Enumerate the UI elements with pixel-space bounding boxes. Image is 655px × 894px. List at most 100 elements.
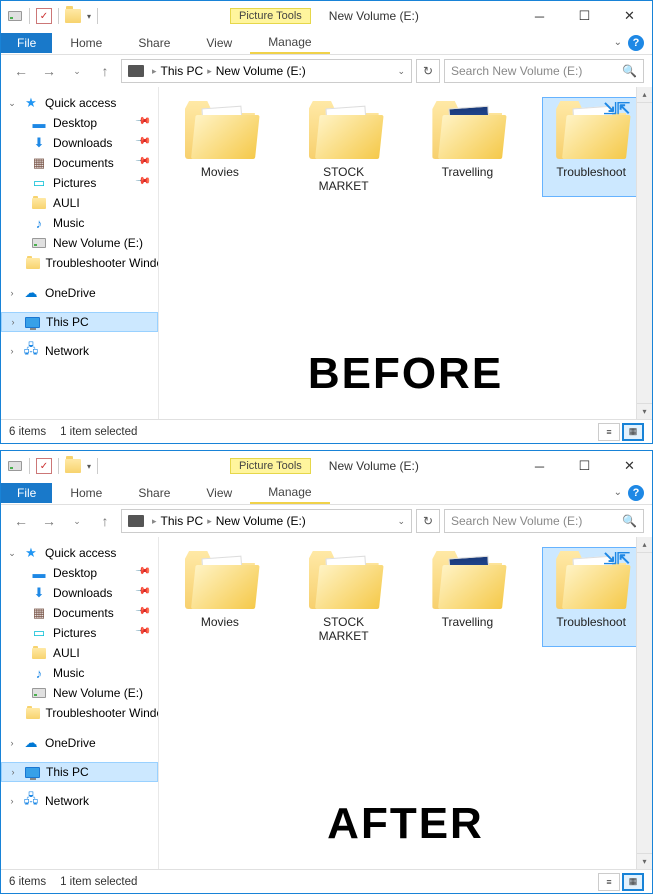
breadcrumb-root[interactable]: This PC <box>161 64 204 78</box>
folder-troubleshoot[interactable]: ⇲⇱ Troubleshoot <box>542 547 640 647</box>
scrollbar[interactable]: ▴ ▾ <box>636 537 652 869</box>
close-button[interactable]: ✕ <box>607 452 652 480</box>
sidebar-onedrive[interactable]: ›☁OneDrive <box>1 733 158 753</box>
sidebar-this-pc[interactable]: ›This PC <box>1 312 158 332</box>
sidebar-item-documents[interactable]: ▸▦Documents📌 <box>1 153 158 173</box>
sidebar-item-desktop[interactable]: ▸▬Desktop📌 <box>1 113 158 133</box>
view-icons-button[interactable]: ▦ <box>622 873 644 891</box>
sidebar-item-pictures[interactable]: ▸▭Pictures📌 <box>1 173 158 193</box>
up-button[interactable]: ↑ <box>93 509 117 533</box>
view-tab[interactable]: View <box>188 33 250 53</box>
view-tab[interactable]: View <box>188 483 250 503</box>
file-tab[interactable]: File <box>1 483 52 503</box>
address-dropdown-icon[interactable]: ⌄ <box>393 516 409 527</box>
forward-button[interactable]: → <box>37 509 61 533</box>
close-button[interactable]: ✕ <box>607 2 652 30</box>
search-input[interactable] <box>451 64 622 78</box>
minimize-button[interactable]: ─ <box>517 2 562 30</box>
sidebar-network[interactable]: ›🖧Network <box>1 341 158 361</box>
sidebar-item-music[interactable]: ▸♪Music <box>1 663 158 683</box>
checkbox-icon[interactable]: ✓ <box>36 458 52 474</box>
sidebar-item-troubleshooter[interactable]: ▸Troubleshooter Windows <box>1 253 158 273</box>
search-input[interactable] <box>451 514 622 528</box>
help-icon[interactable]: ? <box>628 485 644 501</box>
folder-icon[interactable] <box>65 8 81 24</box>
search-box[interactable]: 🔍 <box>444 59 644 83</box>
expand-icon[interactable]: › <box>7 288 17 298</box>
sidebar-item-music[interactable]: ▸♪Music <box>1 213 158 233</box>
scrollbar[interactable]: ▴ ▾ <box>636 87 652 419</box>
help-icon[interactable]: ? <box>628 35 644 51</box>
scroll-down-icon[interactable]: ▾ <box>637 853 652 869</box>
recent-dropdown-icon[interactable]: ⌄ <box>65 59 89 83</box>
qat-dropdown-icon[interactable]: ▾ <box>87 12 91 21</box>
sidebar-this-pc[interactable]: ›This PC <box>1 762 158 782</box>
sidebar-quick-access[interactable]: ⌄ ★ Quick access <box>1 93 158 113</box>
folder-icon[interactable] <box>65 458 81 474</box>
sidebar-item-pictures[interactable]: ▸▭Pictures📌 <box>1 623 158 643</box>
breadcrumb-current[interactable]: New Volume (E:) <box>216 64 306 78</box>
folder-stock-market[interactable]: STOCK MARKET <box>295 547 393 647</box>
breadcrumb-current[interactable]: New Volume (E:) <box>216 514 306 528</box>
sidebar-item-documents[interactable]: ▸▦Documents📌 <box>1 603 158 623</box>
sidebar-item-new-volume[interactable]: ▸New Volume (E:) <box>1 233 158 253</box>
manage-tab[interactable]: Manage <box>250 32 329 54</box>
view-details-button[interactable]: ≡ <box>598 873 620 891</box>
expand-icon[interactable]: › <box>7 346 17 356</box>
scroll-up-icon[interactable]: ▴ <box>637 537 652 553</box>
back-button[interactable]: ← <box>9 59 33 83</box>
ribbon-expand-icon[interactable]: ⌄ <box>614 487 622 498</box>
address-bar[interactable]: ▸ This PC ▸ New Volume (E:) ⌄ <box>121 509 412 533</box>
sidebar-onedrive[interactable]: ›☁OneDrive <box>1 283 158 303</box>
content-pane[interactable]: Movies STOCK MARKET Travelling ⇲⇱ Troubl… <box>159 537 652 869</box>
recent-dropdown-icon[interactable]: ⌄ <box>65 509 89 533</box>
share-tab[interactable]: Share <box>120 33 188 53</box>
checkbox-icon[interactable]: ✓ <box>36 8 52 24</box>
sidebar-item-troubleshooter[interactable]: ▸Troubleshooter Windows <box>1 703 158 723</box>
folder-troubleshoot[interactable]: ⇲⇱ Troubleshoot <box>542 97 640 197</box>
forward-button[interactable]: → <box>37 59 61 83</box>
refresh-button[interactable]: ↻ <box>416 59 440 83</box>
address-bar[interactable]: ▸ This PC ▸ New Volume (E:) ⌄ <box>121 59 412 83</box>
qat-dropdown-icon[interactable]: ▾ <box>87 462 91 471</box>
ribbon-expand-icon[interactable]: ⌄ <box>614 37 622 48</box>
manage-tab[interactable]: Manage <box>250 482 329 504</box>
expand-icon[interactable]: › <box>7 738 17 748</box>
sidebar-item-new-volume[interactable]: ▸New Volume (E:) <box>1 683 158 703</box>
search-box[interactable]: 🔍 <box>444 509 644 533</box>
sidebar-quick-access[interactable]: ⌄ ★ Quick access <box>1 543 158 563</box>
expand-icon[interactable]: › <box>8 317 18 327</box>
share-tab[interactable]: Share <box>120 483 188 503</box>
sidebar-item-downloads[interactable]: ▸⬇Downloads📌 <box>1 133 158 153</box>
folder-movies[interactable]: Movies <box>171 97 269 197</box>
expand-icon[interactable]: ⌄ <box>7 98 17 109</box>
breadcrumb-root[interactable]: This PC <box>161 514 204 528</box>
sidebar-item-auli[interactable]: ▸AULI <box>1 643 158 663</box>
home-tab[interactable]: Home <box>52 483 120 503</box>
folder-travelling[interactable]: Travelling <box>419 547 517 647</box>
content-pane[interactable]: Movies STOCK MARKET Travelling ⇲⇱ Troubl… <box>159 87 652 419</box>
sidebar-item-downloads[interactable]: ▸⬇Downloads📌 <box>1 583 158 603</box>
folder-movies[interactable]: Movies <box>171 547 269 647</box>
folder-stock-market[interactable]: STOCK MARKET <box>295 97 393 197</box>
breadcrumb-sep-icon[interactable]: ▸ <box>150 516 159 527</box>
folder-travelling[interactable]: Travelling <box>419 97 517 197</box>
breadcrumb-sep-icon[interactable]: ▸ <box>205 516 214 527</box>
file-tab[interactable]: File <box>1 33 52 53</box>
back-button[interactable]: ← <box>9 509 33 533</box>
scroll-down-icon[interactable]: ▾ <box>637 403 652 419</box>
scroll-up-icon[interactable]: ▴ <box>637 87 652 103</box>
home-tab[interactable]: Home <box>52 33 120 53</box>
maximize-button[interactable]: ☐ <box>562 2 607 30</box>
breadcrumb-sep-icon[interactable]: ▸ <box>205 66 214 77</box>
expand-icon[interactable]: › <box>8 767 18 777</box>
view-icons-button[interactable]: ▦ <box>622 423 644 441</box>
minimize-button[interactable]: ─ <box>517 452 562 480</box>
refresh-button[interactable]: ↻ <box>416 509 440 533</box>
address-dropdown-icon[interactable]: ⌄ <box>393 66 409 77</box>
maximize-button[interactable]: ☐ <box>562 452 607 480</box>
sidebar-network[interactable]: ›🖧Network <box>1 791 158 811</box>
sidebar-item-desktop[interactable]: ▸▬Desktop📌 <box>1 563 158 583</box>
up-button[interactable]: ↑ <box>93 59 117 83</box>
breadcrumb-sep-icon[interactable]: ▸ <box>150 66 159 77</box>
